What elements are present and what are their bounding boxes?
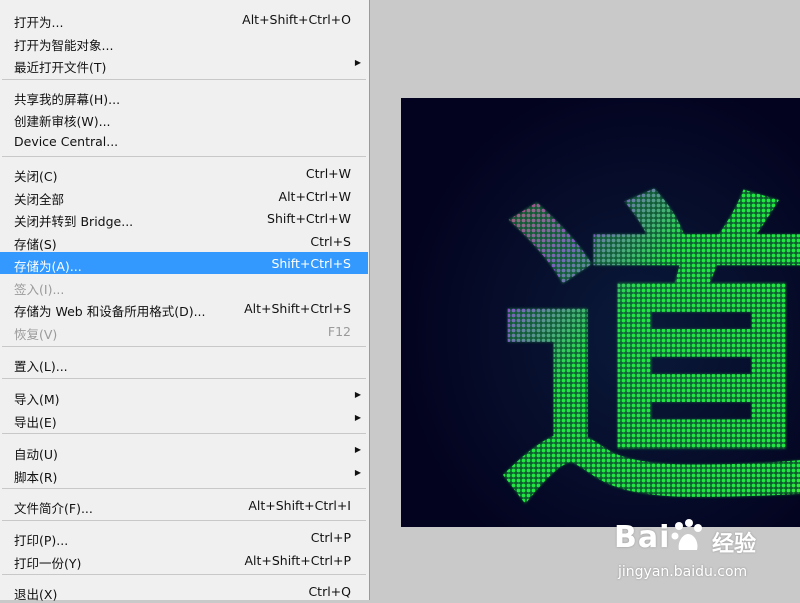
menu-item-label: 关闭全部: [14, 192, 65, 207]
menu-item-shortcut: Ctrl+P: [310, 530, 351, 545]
watermark-logo-suffix: 经验: [712, 532, 757, 557]
menu-item-shortcut: Shift+Ctrl+S: [271, 256, 351, 271]
menu-separator: [2, 378, 366, 379]
menu-item-label: 打开为...: [14, 15, 64, 30]
menu-item-label: 存储(S): [14, 237, 57, 252]
menu-item-shortcut: Shift+Ctrl+W: [267, 211, 351, 226]
watermark-url: jingyan.baidu.com: [618, 564, 748, 580]
submenu-arrow-icon: ▶: [354, 413, 361, 422]
menu-item-scripts[interactable]: 脚本(R) ▶: [0, 463, 368, 485]
menu-item-label: 签入(I)...: [14, 282, 65, 297]
menu-item-label: 打印(P)...: [14, 533, 69, 548]
menu-item-label: 关闭并转到 Bridge...: [14, 214, 134, 229]
menu-item-close-and-go-to-bridge[interactable]: 关闭并转到 Bridge... Shift+Ctrl+W: [0, 207, 368, 229]
menu-item-save[interactable]: 存储(S) Ctrl+S: [0, 230, 368, 252]
halftone-glyph-artwork: 道 道: [401, 98, 800, 527]
menu-item-shortcut: Alt+Shift+Ctrl+S: [244, 301, 351, 316]
menu-item-print-one-copy[interactable]: 打印一份(Y) Alt+Shift+Ctrl+P: [0, 549, 368, 571]
menu-item-shortcut: F12: [327, 324, 351, 339]
menu-item-shortcut: Alt+Ctrl+W: [278, 189, 351, 204]
file-menu: 打开为... Alt+Shift+Ctrl+O 打开为智能对象... 最近打开文…: [0, 0, 370, 602]
menu-item-create-review[interactable]: 创建新审核(W)...: [0, 107, 368, 129]
menu-separator: [2, 346, 366, 347]
menu-item-shortcut: Ctrl+S: [310, 234, 351, 249]
menu-item-save-for-web[interactable]: 存储为 Web 和设备所用格式(D)... Alt+Shift+Ctrl+S: [0, 297, 368, 319]
menu-separator: [2, 488, 366, 489]
menu-item-label: 存储为(A)...: [14, 259, 82, 274]
submenu-arrow-icon: ▶: [354, 390, 361, 399]
menu-item-close[interactable]: 关闭(C) Ctrl+W: [0, 162, 368, 184]
menu-item-label: 自动(U): [14, 447, 58, 462]
menu-item-exit[interactable]: 退出(X) Ctrl+Q: [0, 580, 368, 602]
menu-item-device-central[interactable]: Device Central...: [0, 130, 368, 152]
menu-item-revert: 恢复(V) F12: [0, 320, 368, 342]
menu-item-shortcut: Alt+Shift+Ctrl+P: [244, 553, 351, 568]
menu-item-label: Device Central...: [14, 134, 119, 149]
menu-item-label: 打开为智能对象...: [14, 38, 114, 53]
menu-item-label: 共享我的屏幕(H)...: [14, 92, 121, 107]
menu-item-shortcut: Alt+Shift+Ctrl+O: [242, 12, 351, 27]
menu-item-label: 置入(L)...: [14, 359, 68, 374]
menu-item-check-in: 签入(I)...: [0, 275, 368, 297]
document-canvas[interactable]: 道 道: [401, 98, 800, 527]
menu-item-label: 退出(X): [14, 587, 58, 602]
menu-item-label: 导入(M): [14, 392, 60, 407]
menu-item-open-as[interactable]: 打开为... Alt+Shift+Ctrl+O: [0, 8, 368, 30]
menu-separator: [2, 574, 366, 575]
baidu-jingyan-watermark: Bai 经验 jingyan.baidu.com: [612, 512, 800, 600]
menu-item-label: 最近打开文件(T): [14, 60, 107, 75]
submenu-arrow-icon: ▶: [354, 468, 361, 477]
menu-item-save-as[interactable]: 存储为(A)... Shift+Ctrl+S: [0, 252, 368, 274]
menu-item-open-as-smart-object[interactable]: 打开为智能对象...: [0, 31, 368, 53]
menu-item-label: 创建新审核(W)...: [14, 114, 111, 129]
menu-item-file-info[interactable]: 文件简介(F)... Alt+Shift+Ctrl+I: [0, 494, 368, 516]
menu-item-label: 恢复(V): [14, 327, 58, 342]
watermark-logo-text: Bai: [614, 520, 671, 555]
menu-item-label: 关闭(C): [14, 169, 58, 184]
menu-item-recent-files[interactable]: 最近打开文件(T) ▶: [0, 53, 368, 75]
menu-item-label: 脚本(R): [14, 470, 58, 485]
menu-item-label: 导出(E): [14, 415, 57, 430]
menu-separator: [2, 156, 366, 157]
menu-item-export[interactable]: 导出(E) ▶: [0, 408, 368, 430]
menu-item-label: 打印一份(Y): [14, 556, 82, 571]
menu-item-share-screen[interactable]: 共享我的屏幕(H)...: [0, 85, 368, 107]
menu-item-shortcut: Ctrl+Q: [308, 584, 351, 599]
menu-item-close-all[interactable]: 关闭全部 Alt+Ctrl+W: [0, 185, 368, 207]
baidu-paw-icon: [671, 519, 702, 550]
menu-item-label: 文件简介(F)...: [14, 501, 93, 516]
submenu-arrow-icon: ▶: [354, 58, 361, 67]
menu-item-shortcut: Ctrl+W: [305, 166, 351, 181]
menu-separator: [2, 433, 366, 434]
menu-item-shortcut: Alt+Shift+Ctrl+I: [248, 498, 351, 513]
submenu-arrow-icon: ▶: [354, 445, 361, 454]
menu-item-label: 存储为 Web 和设备所用格式(D)...: [14, 304, 206, 319]
menu-item-import[interactable]: 导入(M) ▶: [0, 385, 368, 407]
canvas-glyph-core: 道: [496, 167, 800, 527]
menu-item-place[interactable]: 置入(L)...: [0, 352, 368, 374]
menu-item-print[interactable]: 打印(P)... Ctrl+P: [0, 526, 368, 548]
menu-item-automate[interactable]: 自动(U) ▶: [0, 440, 368, 462]
menu-separator: [2, 79, 366, 80]
menu-separator: [2, 520, 366, 521]
